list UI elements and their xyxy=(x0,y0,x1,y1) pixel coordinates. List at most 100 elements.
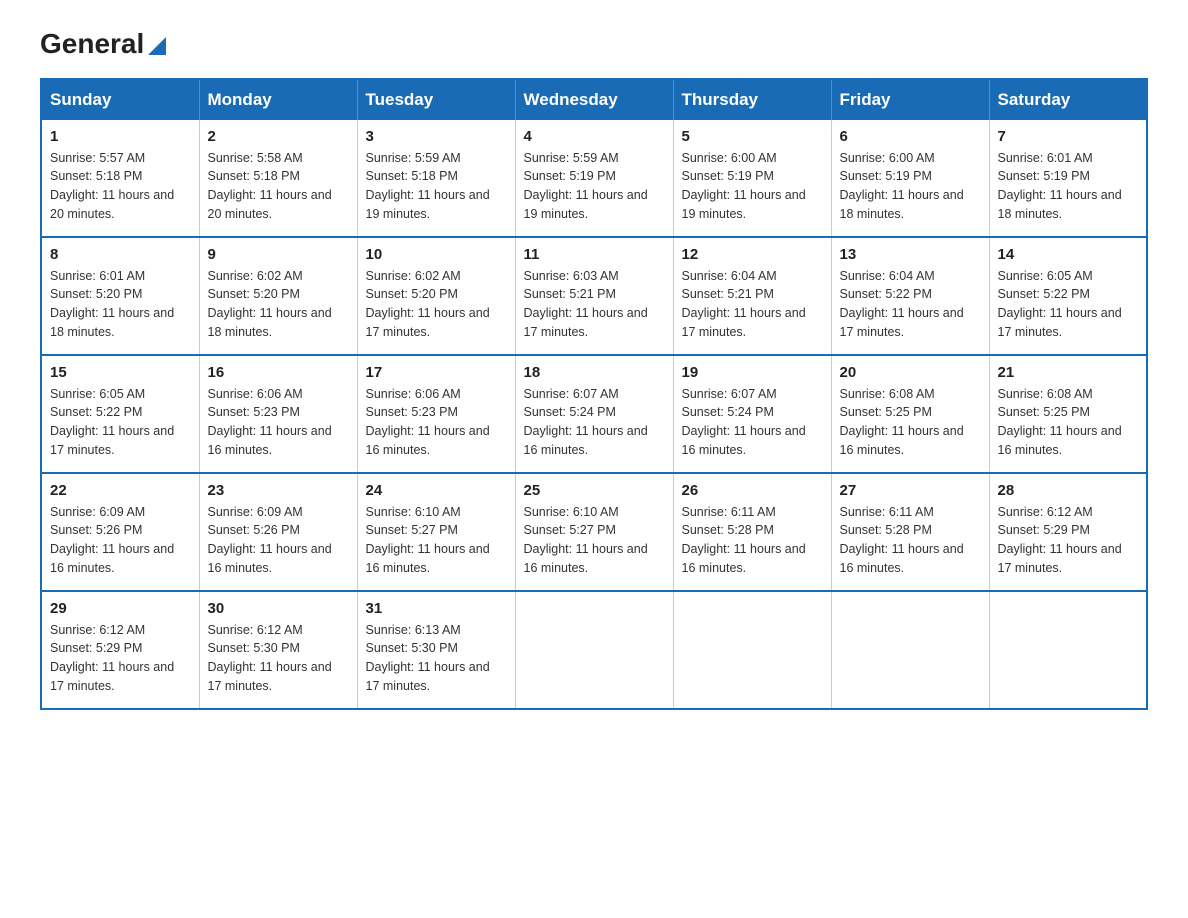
day-number: 4 xyxy=(524,128,665,145)
header-saturday: Saturday xyxy=(989,79,1147,120)
calendar-cell: 14 Sunrise: 6:05 AMSunset: 5:22 PMDayligh… xyxy=(989,237,1147,355)
calendar-cell xyxy=(673,591,831,709)
day-info: Sunrise: 6:12 AMSunset: 5:29 PMDaylight:… xyxy=(50,621,191,696)
day-number: 22 xyxy=(50,482,191,499)
calendar-cell: 12Sunrise: 6:04 AMSunset: 5:21 PMDayligh… xyxy=(673,237,831,355)
day-info: Sunrise: 6:01 AMSunset: 5:20 PMDaylight:… xyxy=(50,267,191,342)
calendar-cell: 7 Sunrise: 6:01 AMSunset: 5:19 PMDaylight… xyxy=(989,120,1147,237)
logo: General xyxy=(40,30,166,58)
day-number: 26 xyxy=(682,482,823,499)
day-info: Sunrise: 5:57 AMSunset: 5:18 PMDaylight:… xyxy=(50,149,191,224)
day-info: Sunrise: 6:02 AMSunset: 5:20 PMDaylight:… xyxy=(208,267,349,342)
day-info: Sunrise: 6:09 AMSunset: 5:26 PMDaylight:… xyxy=(208,503,349,578)
day-number: 25 xyxy=(524,482,665,499)
day-info: Sunrise: 6:11 AMSunset: 5:28 PMDaylight:… xyxy=(840,503,981,578)
calendar-cell: 11 Sunrise: 6:03 AMSunset: 5:21 PMDayligh… xyxy=(515,237,673,355)
day-number: 16 xyxy=(208,364,349,381)
calendar-cell: 2 Sunrise: 5:58 AMSunset: 5:18 PMDaylight… xyxy=(199,120,357,237)
calendar-cell: 10 Sunrise: 6:02 AMSunset: 5:20 PMDayligh… xyxy=(357,237,515,355)
day-info: Sunrise: 6:13 AMSunset: 5:30 PMDaylight:… xyxy=(366,621,507,696)
calendar-cell: 5 Sunrise: 6:00 AMSunset: 5:19 PMDaylight… xyxy=(673,120,831,237)
calendar-cell: 24 Sunrise: 6:10 AMSunset: 5:27 PMDayligh… xyxy=(357,473,515,591)
day-number: 7 xyxy=(998,128,1139,145)
day-info: Sunrise: 6:01 AMSunset: 5:19 PMDaylight:… xyxy=(998,149,1139,224)
day-number: 8 xyxy=(50,246,191,263)
day-number: 19 xyxy=(682,364,823,381)
calendar-cell: 23 Sunrise: 6:09 AMSunset: 5:26 PMDayligh… xyxy=(199,473,357,591)
page-header: General xyxy=(40,30,1148,58)
day-info: Sunrise: 6:05 AMSunset: 5:22 PMDaylight:… xyxy=(50,385,191,460)
day-number: 28 xyxy=(998,482,1139,499)
calendar-cell: 26Sunrise: 6:11 AMSunset: 5:28 PMDayligh… xyxy=(673,473,831,591)
calendar-cell xyxy=(989,591,1147,709)
day-number: 23 xyxy=(208,482,349,499)
header-sunday: Sunday xyxy=(41,79,199,120)
day-info: Sunrise: 6:07 AMSunset: 5:24 PMDaylight:… xyxy=(682,385,823,460)
day-info: Sunrise: 6:12 AMSunset: 5:30 PMDaylight:… xyxy=(208,621,349,696)
day-info: Sunrise: 6:04 AMSunset: 5:22 PMDaylight:… xyxy=(840,267,981,342)
calendar-cell: 25 Sunrise: 6:10 AMSunset: 5:27 PMDayligh… xyxy=(515,473,673,591)
day-info: Sunrise: 6:03 AMSunset: 5:21 PMDaylight:… xyxy=(524,267,665,342)
week-row-5: 29 Sunrise: 6:12 AMSunset: 5:29 PMDayligh… xyxy=(41,591,1147,709)
header-wednesday: Wednesday xyxy=(515,79,673,120)
day-info: Sunrise: 6:02 AMSunset: 5:20 PMDaylight:… xyxy=(366,267,507,342)
day-info: Sunrise: 6:00 AMSunset: 5:19 PMDaylight:… xyxy=(682,149,823,224)
calendar-cell: 21Sunrise: 6:08 AMSunset: 5:25 PMDayligh… xyxy=(989,355,1147,473)
day-info: Sunrise: 5:59 AMSunset: 5:18 PMDaylight:… xyxy=(366,149,507,224)
day-info: Sunrise: 6:00 AMSunset: 5:19 PMDaylight:… xyxy=(840,149,981,224)
calendar-cell: 29 Sunrise: 6:12 AMSunset: 5:29 PMDayligh… xyxy=(41,591,199,709)
calendar-cell: 8 Sunrise: 6:01 AMSunset: 5:20 PMDaylight… xyxy=(41,237,199,355)
day-info: Sunrise: 5:59 AMSunset: 5:19 PMDaylight:… xyxy=(524,149,665,224)
calendar-cell: 18Sunrise: 6:07 AMSunset: 5:24 PMDayligh… xyxy=(515,355,673,473)
day-number: 6 xyxy=(840,128,981,145)
calendar-cell: 19 Sunrise: 6:07 AMSunset: 5:24 PMDayligh… xyxy=(673,355,831,473)
calendar-cell: 27 Sunrise: 6:11 AMSunset: 5:28 PMDayligh… xyxy=(831,473,989,591)
day-number: 9 xyxy=(208,246,349,263)
day-number: 11 xyxy=(524,246,665,263)
header-monday: Monday xyxy=(199,79,357,120)
calendar-table: SundayMondayTuesdayWednesdayThursdayFrid… xyxy=(40,78,1148,710)
day-info: Sunrise: 6:05 AMSunset: 5:22 PMDaylight:… xyxy=(998,267,1139,342)
header-friday: Friday xyxy=(831,79,989,120)
day-number: 30 xyxy=(208,600,349,617)
calendar-header-row: SundayMondayTuesdayWednesdayThursdayFrid… xyxy=(41,79,1147,120)
logo-general: General xyxy=(40,30,166,60)
day-number: 17 xyxy=(366,364,507,381)
calendar-cell: 16 Sunrise: 6:06 AMSunset: 5:23 PMDayligh… xyxy=(199,355,357,473)
day-number: 24 xyxy=(366,482,507,499)
week-row-3: 15 Sunrise: 6:05 AMSunset: 5:22 PMDayligh… xyxy=(41,355,1147,473)
calendar-cell xyxy=(515,591,673,709)
calendar-cell: 30 Sunrise: 6:12 AMSunset: 5:30 PMDayligh… xyxy=(199,591,357,709)
calendar-cell xyxy=(831,591,989,709)
day-number: 15 xyxy=(50,364,191,381)
day-info: Sunrise: 6:10 AMSunset: 5:27 PMDaylight:… xyxy=(524,503,665,578)
day-number: 5 xyxy=(682,128,823,145)
calendar-cell: 6 Sunrise: 6:00 AMSunset: 5:19 PMDaylight… xyxy=(831,120,989,237)
header-thursday: Thursday xyxy=(673,79,831,120)
day-number: 31 xyxy=(366,600,507,617)
day-number: 2 xyxy=(208,128,349,145)
calendar-cell: 13Sunrise: 6:04 AMSunset: 5:22 PMDayligh… xyxy=(831,237,989,355)
calendar-cell: 3Sunrise: 5:59 AMSunset: 5:18 PMDaylight… xyxy=(357,120,515,237)
day-number: 1 xyxy=(50,128,191,145)
day-info: Sunrise: 6:10 AMSunset: 5:27 PMDaylight:… xyxy=(366,503,507,578)
day-number: 29 xyxy=(50,600,191,617)
calendar-cell: 22 Sunrise: 6:09 AMSunset: 5:26 PMDayligh… xyxy=(41,473,199,591)
calendar-cell: 31 Sunrise: 6:13 AMSunset: 5:30 PMDayligh… xyxy=(357,591,515,709)
calendar-cell: 28Sunrise: 6:12 AMSunset: 5:29 PMDayligh… xyxy=(989,473,1147,591)
day-info: Sunrise: 6:07 AMSunset: 5:24 PMDaylight:… xyxy=(524,385,665,460)
day-info: Sunrise: 6:06 AMSunset: 5:23 PMDaylight:… xyxy=(208,385,349,460)
header-tuesday: Tuesday xyxy=(357,79,515,120)
day-info: Sunrise: 6:06 AMSunset: 5:23 PMDaylight:… xyxy=(366,385,507,460)
day-number: 21 xyxy=(998,364,1139,381)
day-number: 12 xyxy=(682,246,823,263)
day-info: Sunrise: 6:09 AMSunset: 5:26 PMDaylight:… xyxy=(50,503,191,578)
day-info: Sunrise: 5:58 AMSunset: 5:18 PMDaylight:… xyxy=(208,149,349,224)
day-number: 10 xyxy=(366,246,507,263)
day-number: 14 xyxy=(998,246,1139,263)
week-row-2: 8 Sunrise: 6:01 AMSunset: 5:20 PMDaylight… xyxy=(41,237,1147,355)
calendar-cell: 20Sunrise: 6:08 AMSunset: 5:25 PMDayligh… xyxy=(831,355,989,473)
logo-triangle-icon xyxy=(148,32,166,60)
week-row-4: 22 Sunrise: 6:09 AMSunset: 5:26 PMDayligh… xyxy=(41,473,1147,591)
day-number: 27 xyxy=(840,482,981,499)
